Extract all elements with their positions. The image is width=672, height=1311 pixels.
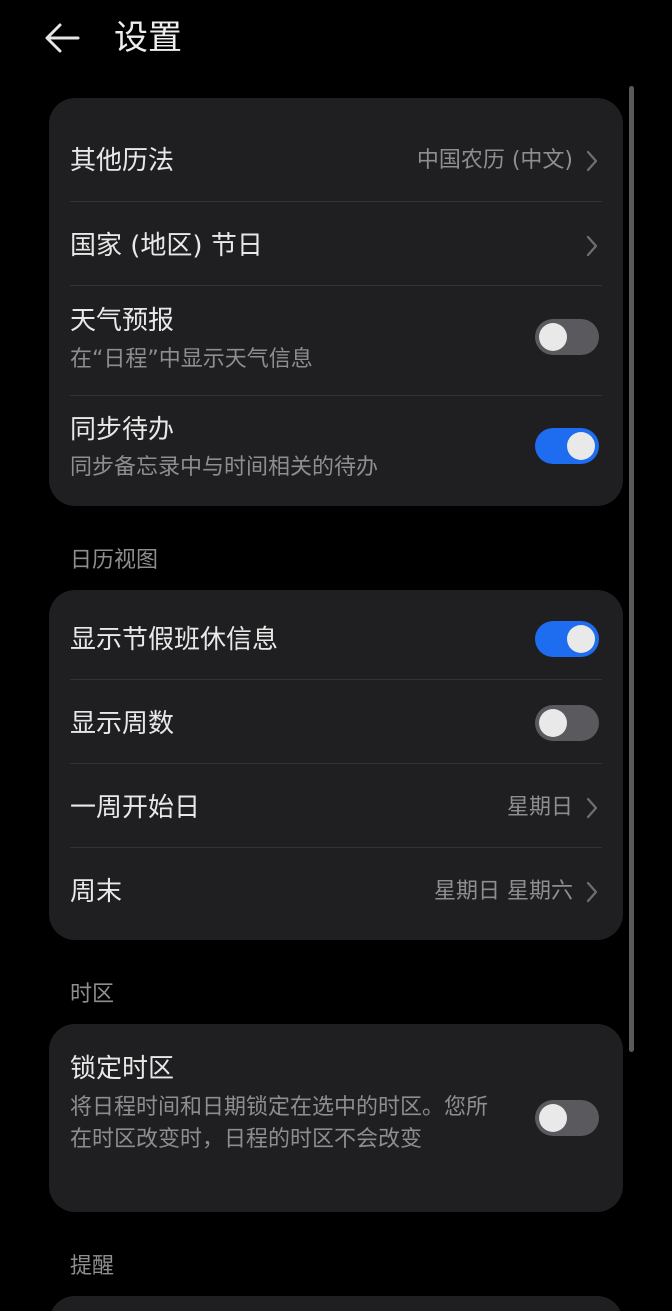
week-start-row[interactable]: 一周开始日 星期日 <box>49 764 623 848</box>
lock-timezone-row: 锁定时区 将日程时间和日期锁定在选中的时区。您所在时区改变时，日程的时区不会改变 <box>49 1024 623 1212</box>
show-week-number-toggle[interactable] <box>535 705 599 741</box>
lock-timezone-toggle[interactable] <box>535 1100 599 1136</box>
sync-todo-label: 同步待办 <box>70 415 175 445</box>
sync-todo-row: 同步待办 同步备忘录中与时间相关的待办 <box>49 396 623 506</box>
toggle-knob <box>539 1104 567 1132</box>
weather-row: 天气预报 在“日程”中显示天气信息 <box>49 286 623 396</box>
weather-label: 天气预报 <box>70 306 175 336</box>
other-calendar-row[interactable]: 其他历法 中国农历 (中文) <box>49 98 623 202</box>
header: 设置 <box>0 0 672 80</box>
other-calendar-value: 中国农历 (中文) <box>416 148 573 173</box>
calendar-view-section-label: 日历视图 <box>70 548 159 573</box>
toggle-knob <box>567 625 595 653</box>
reminder-card <box>49 1296 623 1311</box>
show-week-number-label: 显示周数 <box>70 709 175 739</box>
weekend-value: 星期日 星期六 <box>434 879 573 904</box>
weather-toggle[interactable] <box>535 319 599 355</box>
show-week-number-row: 显示周数 <box>49 680 623 764</box>
week-start-label: 一周开始日 <box>70 793 201 823</box>
back-arrow-icon[interactable] <box>42 20 82 56</box>
reminder-section-label: 提醒 <box>70 1254 115 1279</box>
weekend-label: 周末 <box>70 877 123 907</box>
chevron-right-icon <box>586 235 598 257</box>
chevron-right-icon <box>586 881 598 903</box>
lock-timezone-label: 锁定时区 <box>70 1054 175 1084</box>
other-calendar-label: 其他历法 <box>70 146 175 176</box>
settings-page: 设置 其他历法 中国农历 (中文) 国家 (地区) 节日 天气预报 在“日程”中… <box>0 0 672 1311</box>
weekend-row[interactable]: 周末 星期日 星期六 <box>49 848 623 940</box>
sync-todo-toggle[interactable] <box>535 428 599 464</box>
week-start-value: 星期日 <box>506 795 573 820</box>
lock-timezone-sub: 将日程时间和日期锁定在选中的时区。您所在时区改变时，日程的时区不会改变 <box>70 1095 489 1152</box>
holidays-label: 国家 (地区) 节日 <box>70 231 263 261</box>
toggle-knob <box>539 323 567 351</box>
chevron-right-icon <box>586 150 598 172</box>
holidays-row[interactable]: 国家 (地区) 节日 <box>49 202 623 286</box>
scrollbar[interactable] <box>629 86 634 1052</box>
sync-todo-sub: 同步备忘录中与时间相关的待办 <box>70 455 379 480</box>
toggle-knob <box>567 432 595 460</box>
timezone-section-label: 时区 <box>70 982 115 1007</box>
show-holiday-label: 显示节假班休信息 <box>70 625 279 655</box>
general-settings-card: 其他历法 中国农历 (中文) 国家 (地区) 节日 天气预报 在“日程”中显示天… <box>49 98 623 506</box>
show-holiday-row: 显示节假班休信息 <box>49 590 623 680</box>
timezone-card: 锁定时区 将日程时间和日期锁定在选中的时区。您所在时区改变时，日程的时区不会改变 <box>49 1024 623 1212</box>
weather-sub: 在“日程”中显示天气信息 <box>70 347 313 372</box>
show-holiday-toggle[interactable] <box>535 621 599 657</box>
calendar-view-card: 显示节假班休信息 显示周数 一周开始日 星期日 周末 星期日 星期六 <box>49 590 623 940</box>
chevron-right-icon <box>586 797 598 819</box>
page-title: 设置 <box>114 18 182 58</box>
toggle-knob <box>539 709 567 737</box>
